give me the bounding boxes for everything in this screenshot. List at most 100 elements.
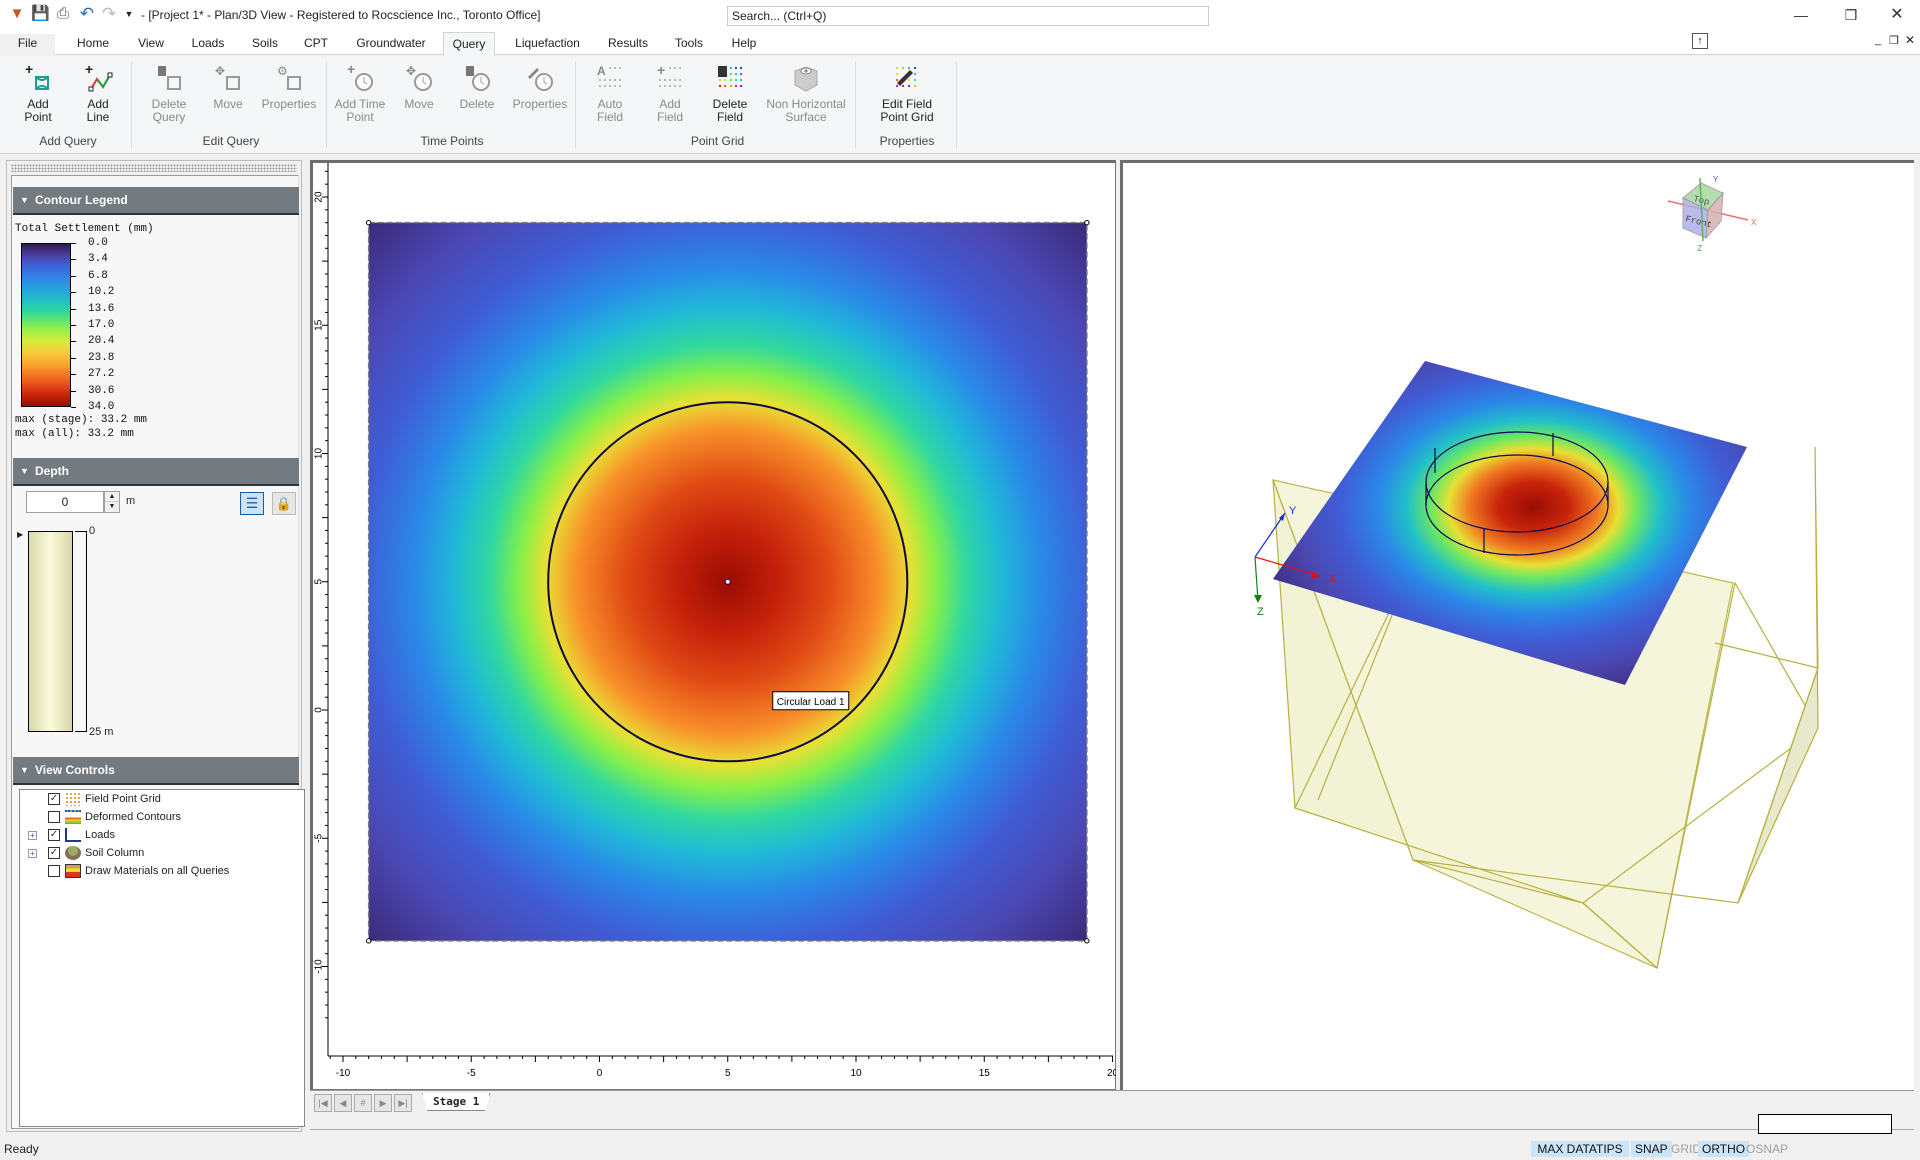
collapse-ribbon-icon[interactable]: ↑ <box>1692 33 1708 49</box>
edit-field-point-grid-button[interactable]: Edit Field Point Grid <box>870 60 944 132</box>
legend-title: Total Settlement (mm) <box>15 223 154 235</box>
snap-toggle[interactable]: SNAP <box>1631 1141 1672 1157</box>
tab-file[interactable]: File <box>0 34 55 55</box>
3d-view-canvas[interactable]: Y X Z X Top Front Y Z <box>1123 163 1917 1090</box>
legend-tick <box>71 374 76 376</box>
undo-icon[interactable]: ↶ <box>78 5 96 23</box>
stage-number-icon[interactable]: # <box>354 1094 372 1112</box>
delete-query-label2: Query <box>152 110 186 124</box>
lock-icon[interactable]: 🔒 <box>272 492 296 515</box>
query-properties-button[interactable]: ⚙ Properties <box>258 60 320 132</box>
edit-field-point-grid-icon <box>870 60 944 96</box>
view-cube[interactable]: X Top Front Y Z <box>1667 175 1757 254</box>
tab-cpt[interactable]: CPT <box>296 34 336 55</box>
tab-liquefaction[interactable]: Liquefaction <box>505 34 590 55</box>
window-title: - [Project 1* - Plan/3D View - Registere… <box>141 8 541 22</box>
next-stage-icon[interactable]: ▶ <box>374 1094 392 1112</box>
delete-query-button[interactable]: Delete Query <box>142 60 196 132</box>
move-query-icon: ✥ <box>206 60 250 96</box>
spin-up-icon[interactable]: ▲ <box>105 492 119 502</box>
tab-results[interactable]: Results <box>600 34 656 55</box>
x-tick-label: 10 <box>850 1068 862 1079</box>
customize-icon[interactable]: ▼ <box>120 5 138 23</box>
tab-query[interactable]: Query <box>443 32 495 56</box>
layers-toggle-icon[interactable]: ☰ <box>240 492 264 515</box>
move-time-point-button[interactable]: ✥ Move <box>396 60 442 132</box>
first-stage-icon[interactable]: |◀ <box>314 1094 332 1112</box>
checkbox-soil-column[interactable]: ✓ <box>48 847 60 859</box>
restore-button[interactable]: ❐ <box>1836 4 1866 26</box>
svg-text:⚙: ⚙ <box>277 64 288 78</box>
move-query-button[interactable]: ✥ Move <box>206 60 250 132</box>
add-field-button[interactable]: + Add Field <box>645 60 695 132</box>
delete-field-button[interactable]: Delete Field <box>705 60 755 132</box>
osnap-toggle[interactable]: OSNAP <box>1742 1141 1792 1157</box>
checkbox-deformed-contours[interactable] <box>48 811 60 823</box>
panel-grip[interactable] <box>11 164 297 172</box>
add-point-button[interactable]: + Add Point <box>14 60 62 132</box>
depth-input[interactable]: 0 <box>26 491 104 513</box>
checkbox-loads[interactable]: ✓ <box>48 829 60 841</box>
tab-loads[interactable]: Loads <box>182 34 234 55</box>
collapse-triangle-icon: ▼ <box>20 195 29 205</box>
y-tick-label: 15 <box>314 319 325 331</box>
depth-spinner[interactable]: ▲ ▼ <box>104 491 120 513</box>
tab-stage-1[interactable]: Stage 1 <box>422 1093 491 1111</box>
doc-close-icon[interactable]: ✕ <box>1905 33 1915 47</box>
minimize-button[interactable]: — <box>1786 4 1816 26</box>
tab-soils[interactable]: Soils <box>244 34 286 55</box>
non-horizontal-surface-button[interactable]: Non Horizontal Surface <box>762 60 850 132</box>
depth-marker-icon[interactable]: ▶ <box>17 530 23 539</box>
auto-field-icon: A <box>585 60 635 96</box>
doc-restore-icon[interactable]: ❐ <box>1889 34 1899 47</box>
y-tick-label: 0 <box>314 707 325 713</box>
expand-icon[interactable]: + <box>28 849 37 858</box>
y-tick-label: 10 <box>314 448 325 460</box>
status-ready: Ready <box>4 1142 39 1156</box>
expand-icon[interactable]: + <box>28 831 37 840</box>
view-controls-header[interactable]: ▼ View Controls <box>13 757 299 785</box>
status-input-box[interactable] <box>1758 1114 1892 1134</box>
tab-view[interactable]: View <box>130 34 172 55</box>
draw-materials-icon <box>65 864 81 878</box>
depth-title: Depth <box>35 464 69 478</box>
delete-query-label: Delete <box>151 97 187 111</box>
tab-groundwater[interactable]: Groundwater <box>346 34 436 55</box>
legend-tick <box>71 308 76 310</box>
3d-view[interactable]: Y X Z X Top Front Y Z <box>1120 160 1914 1090</box>
tab-help[interactable]: Help <box>722 34 766 55</box>
max-datatips-toggle[interactable]: MAX DATATIPS <box>1531 1141 1629 1157</box>
app-logo-icon[interactable]: ▼ <box>8 5 26 23</box>
ribbon-separator <box>131 62 132 148</box>
save-icon[interactable]: 💾 <box>31 5 50 23</box>
redo-icon[interactable]: ↷ <box>100 5 118 23</box>
y-tick-label: 20 <box>314 191 325 203</box>
auto-field-button[interactable]: A Auto Field <box>585 60 635 132</box>
tab-home[interactable]: Home <box>66 34 120 55</box>
plan-view[interactable]: -10 -5 0 5 10 15 20 20 15 10 5 0 -5 -10 Circular Load… <box>310 160 1116 1090</box>
x-axis-label: X <box>1329 573 1337 585</box>
x-tick-label: 20 <box>1107 1068 1116 1079</box>
print-icon[interactable]: ⎙ <box>54 5 72 23</box>
close-button[interactable]: ✕ <box>1882 4 1912 26</box>
last-stage-icon[interactable]: ▶| <box>394 1094 412 1112</box>
delete-time-point-button[interactable]: Delete <box>452 60 502 132</box>
tab-tools[interactable]: Tools <box>666 34 712 55</box>
prev-stage-icon[interactable]: ◀ <box>334 1094 352 1112</box>
doc-minimize-icon[interactable]: _ <box>1875 34 1881 46</box>
checkbox-draw-materials[interactable] <box>48 865 60 877</box>
query-point-marker[interactable] <box>724 578 731 585</box>
depth-ruler <box>86 531 87 732</box>
search-input[interactable]: Search... (Ctrl+Q) <box>727 6 1209 26</box>
spin-down-icon[interactable]: ▼ <box>105 502 119 512</box>
add-time-point-button[interactable]: + Add Time Point <box>332 60 388 132</box>
group-edit-query: Edit Query <box>202 134 260 148</box>
add-line-button[interactable]: + Add Line <box>74 60 122 132</box>
time-point-properties-button[interactable]: Properties <box>508 60 572 132</box>
checkbox-field-point-grid[interactable]: ✓ <box>48 793 60 805</box>
contour-legend-header[interactable]: ▼ Contour Legend <box>13 187 299 215</box>
legend-tick <box>71 325 76 326</box>
view-controls-title: View Controls <box>35 763 115 777</box>
depth-header[interactable]: ▼ Depth <box>13 458 299 486</box>
plan-view-canvas[interactable]: -10 -5 0 5 10 15 20 20 15 10 5 0 -5 -10 Circular Load… <box>313 163 1116 1090</box>
